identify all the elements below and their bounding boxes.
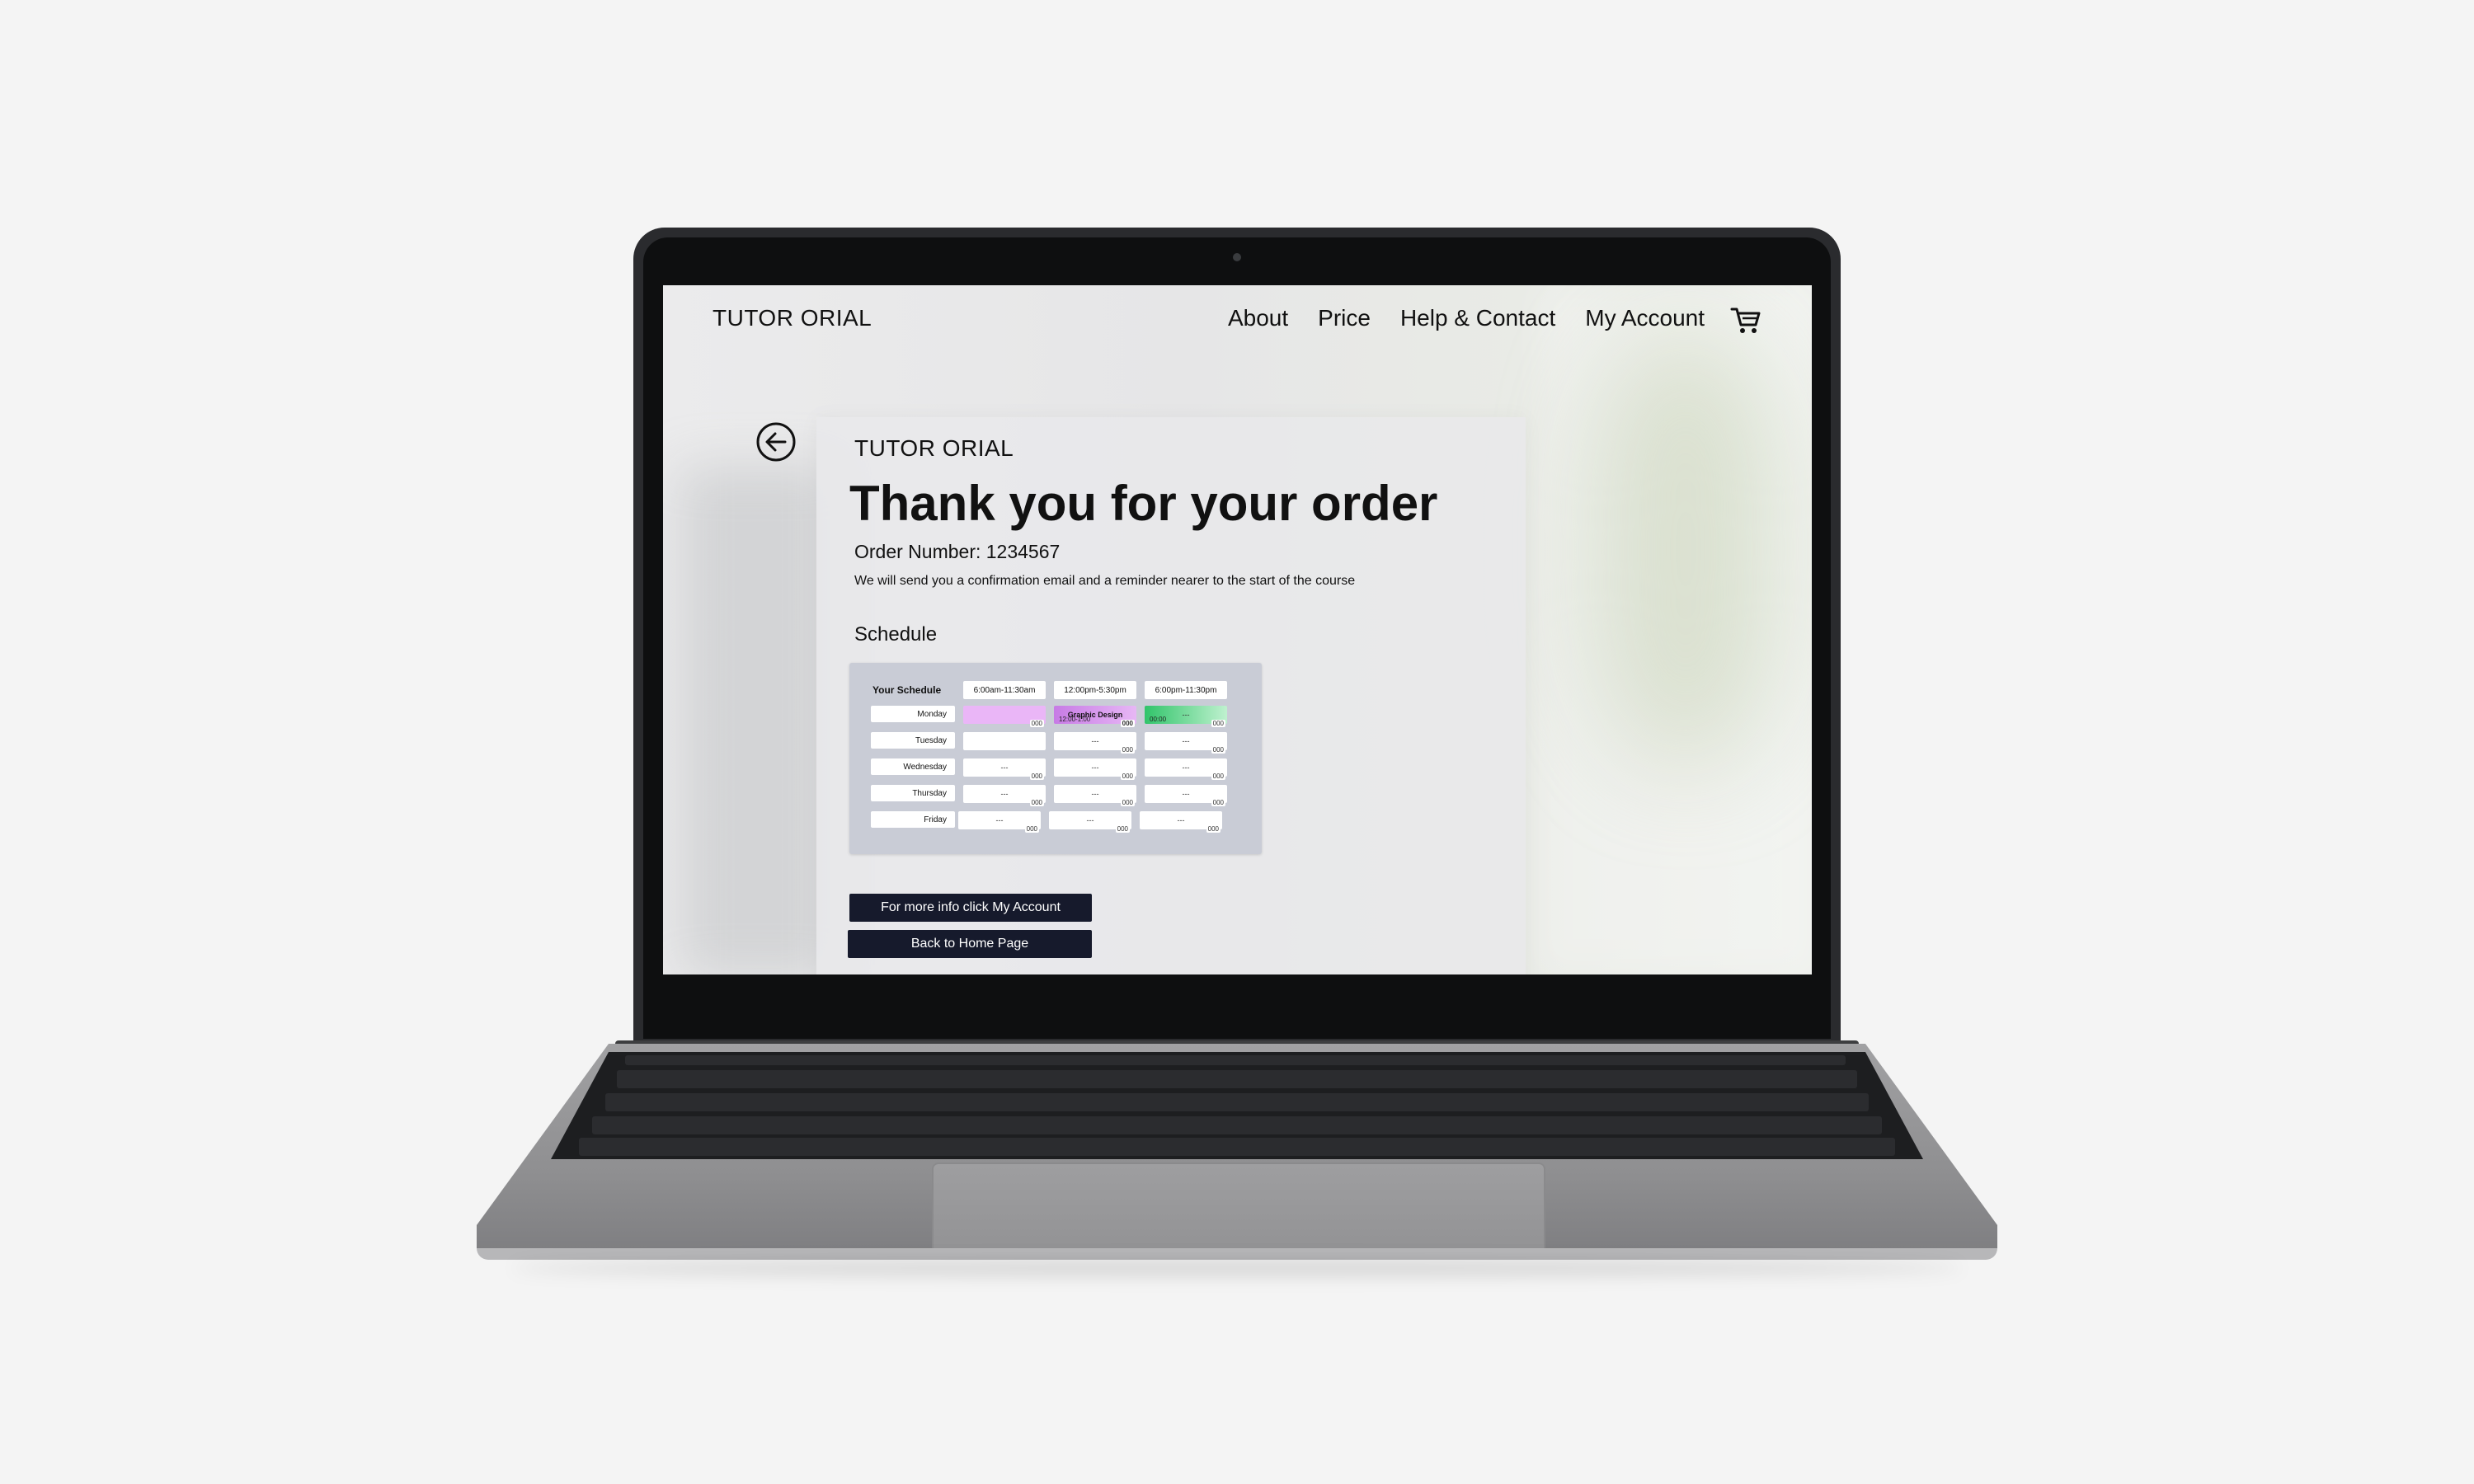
schedule-cell[interactable] (963, 732, 1046, 750)
cell-time: 00:00 (1150, 716, 1167, 723)
cell-dots: 000 (1120, 799, 1135, 806)
laptop-base-edge (477, 1248, 1997, 1260)
background-plant-blur (1595, 335, 1776, 763)
schedule-cell[interactable]: --- 000 (1140, 811, 1222, 833)
cell-dots: 000 (1211, 773, 1225, 780)
cell-placeholder: --- (1091, 737, 1099, 745)
day-label-friday: Friday (871, 811, 955, 828)
main-nav: About Price Help & Contact My Account (1228, 305, 1705, 331)
cell-dots: 000 (1211, 720, 1225, 727)
cell-placeholder: --- (1091, 790, 1099, 798)
cell-placeholder: --- (1000, 790, 1009, 798)
schedule-cell[interactable]: --- 000 (963, 758, 1046, 780)
time-slot-header: 6:00pm-11:30pm (1145, 681, 1227, 699)
cell-placeholder: --- (1091, 763, 1099, 772)
order-number: Order Number: 1234567 (854, 541, 1061, 562)
schedule-table: Your Schedule 6:00am-11:30am 12:00pm-5:3… (849, 663, 1262, 854)
laptop-shadow (511, 1260, 1963, 1276)
cell-dots: 000 (1120, 746, 1135, 754)
cell-placeholder: --- (1182, 711, 1190, 719)
cell-dots: 000 (1211, 746, 1225, 754)
schedule-cell[interactable]: --- 000 (1054, 758, 1136, 780)
order-confirmation-card: TUTOR ORIAL Thank you for your order Ord… (816, 417, 1526, 974)
day-label-thursday: Thursday (871, 785, 955, 801)
my-account-info-button[interactable]: For more info click My Account (849, 894, 1092, 922)
time-slot-header: 12:00pm-5:30pm (1054, 681, 1136, 699)
schedule-cell[interactable]: --- 000 (1145, 785, 1227, 806)
cell-dots: 000 (1206, 825, 1221, 833)
day-label-monday: Monday (871, 706, 955, 722)
cell-placeholder: --- (1182, 763, 1190, 772)
course-time: 12:00-1:00 (1059, 716, 1091, 723)
back-arrow-icon[interactable] (755, 421, 797, 463)
schedule-cell-graphic-design[interactable]: Graphic Design 12:00-1:00 000 (1054, 706, 1136, 727)
keyboard-row (605, 1093, 1869, 1111)
cell-dots: 000 (1024, 825, 1039, 833)
cell-dots: 000 (1120, 773, 1135, 780)
webcam (1233, 253, 1241, 261)
schedule-cell[interactable]: --- 000 (1145, 732, 1227, 754)
keyboard-row (617, 1070, 1857, 1088)
schedule-cell[interactable]: --- 000 (1145, 758, 1227, 780)
nav-price[interactable]: Price (1318, 305, 1371, 331)
cell-dots: 000 (1211, 799, 1225, 806)
schedule-heading: Schedule (854, 623, 938, 646)
schedule-cell[interactable]: --- 000 (963, 785, 1046, 806)
cell-dots: 000 (1120, 720, 1135, 727)
back-to-home-button[interactable]: Back to Home Page (848, 930, 1092, 958)
schedule-cell[interactable]: --- 00:00 000 (1145, 706, 1227, 727)
cell-dots: 000 (1029, 720, 1044, 727)
schedule-cell[interactable]: --- 000 (1054, 785, 1136, 806)
keyboard (551, 1052, 1923, 1159)
cell-placeholder: --- (1000, 763, 1009, 772)
day-label-tuesday: Tuesday (871, 732, 955, 749)
page-title: Thank you for your order (849, 476, 1438, 531)
time-slot-header: 6:00am-11:30am (963, 681, 1046, 699)
cell-dots: 000 (1029, 799, 1044, 806)
cell-dots: 000 (1115, 825, 1130, 833)
laptop-screen: TUTOR ORIAL About Price Help & Contact M… (663, 285, 1812, 974)
trackpad (932, 1162, 1545, 1250)
day-label-wednesday: Wednesday (871, 758, 955, 775)
cell-dots: 000 (1029, 773, 1044, 780)
nav-about[interactable]: About (1228, 305, 1288, 331)
background-blur (680, 467, 836, 974)
schedule-cell[interactable]: 000 (963, 706, 1046, 727)
site-logo[interactable]: TUTOR ORIAL (713, 305, 872, 331)
schedule-title: Your Schedule (872, 684, 942, 696)
schedule-cell[interactable]: --- 000 (1054, 732, 1136, 754)
cell-placeholder: --- (1182, 790, 1190, 798)
cart-icon[interactable] (1729, 305, 1762, 335)
cell-placeholder: --- (1086, 816, 1094, 824)
schedule-cell[interactable]: --- 000 (958, 811, 1041, 833)
schedule-cell[interactable]: --- 000 (1049, 811, 1131, 833)
keyboard-row (592, 1116, 1882, 1134)
nav-help-contact[interactable]: Help & Contact (1400, 305, 1555, 331)
keyboard-row (579, 1138, 1895, 1156)
cell-placeholder: --- (1182, 737, 1190, 745)
cell-placeholder: --- (995, 816, 1004, 824)
nav-my-account[interactable]: My Account (1585, 305, 1705, 331)
card-brand: TUTOR ORIAL (854, 435, 1014, 461)
cell-placeholder: --- (1177, 816, 1185, 824)
confirmation-message: We will send you a confirmation email an… (854, 574, 1356, 588)
